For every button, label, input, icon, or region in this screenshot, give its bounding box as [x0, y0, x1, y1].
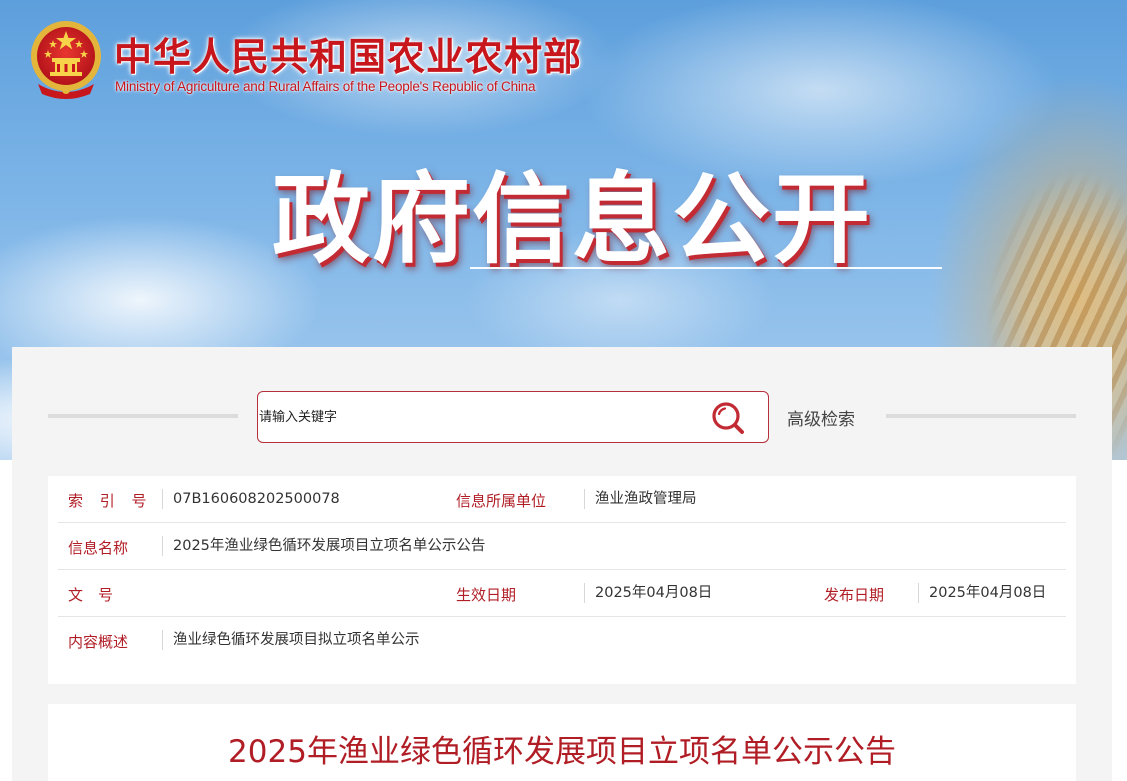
info-row-index: 索 引 号 07B160608202500078 信息所属单位 渔业渔政管理局 [58, 476, 1066, 523]
banner-title: 政府信息公开 [272, 163, 873, 277]
name-label: 信息名称 [68, 539, 129, 557]
publish-date-label: 发布日期 [824, 586, 885, 604]
search-row: 高级检索 [12, 391, 1112, 443]
effective-date-value: 2025年04月08日 [584, 583, 712, 603]
main-panel: 高级检索 索 引 号 07B160608202500078 信息所属单位 渔业渔… [12, 347, 1112, 781]
publish-date-value: 2025年04月08日 [918, 583, 1046, 603]
search-input[interactable] [259, 402, 699, 432]
site-subtitle[interactable]: Ministry of Agriculture and Rural Affair… [115, 79, 536, 94]
effective-date-label: 生效日期 [456, 586, 517, 604]
docno-value [162, 583, 172, 603]
search-icon[interactable] [710, 400, 746, 436]
info-row-summary: 内容概述 渔业绿色循环发展项目拟立项名单公示 [58, 617, 1066, 664]
article-container: 2025年渔业绿色循环发展项目立项名单公示公告 [48, 704, 1076, 781]
site-title[interactable]: 中华人民共和国农业农村部 [114, 26, 582, 81]
docno-label: 文 号 [68, 586, 114, 604]
unit-value: 渔业渔政管理局 [584, 489, 697, 509]
index-value: 07B160608202500078 [162, 489, 340, 509]
info-row-dates: 文 号 生效日期 2025年04月08日 发布日期 2025年04月08日 [58, 570, 1066, 617]
search-divider-right [886, 414, 1076, 418]
search-box[interactable] [257, 391, 769, 443]
name-value: 2025年渔业绿色循环发展项目立项名单公示公告 [162, 536, 485, 556]
article-title: 2025年渔业绿色循环发展项目立项名单公示公告 [228, 734, 896, 770]
info-row-name: 信息名称 2025年渔业绿色循环发展项目立项名单公示公告 [58, 523, 1066, 570]
summary-value: 渔业绿色循环发展项目拟立项名单公示 [162, 630, 420, 650]
summary-label: 内容概述 [68, 633, 129, 651]
info-table: 索 引 号 07B160608202500078 信息所属单位 渔业渔政管理局 … [48, 476, 1076, 684]
national-emblem-icon[interactable] [28, 18, 104, 100]
index-label: 索 引 号 [68, 492, 153, 510]
advanced-search-link[interactable]: 高级检索 [787, 405, 855, 430]
unit-label: 信息所属单位 [456, 492, 547, 510]
search-divider-left [48, 414, 238, 418]
banner-divider [470, 267, 942, 269]
